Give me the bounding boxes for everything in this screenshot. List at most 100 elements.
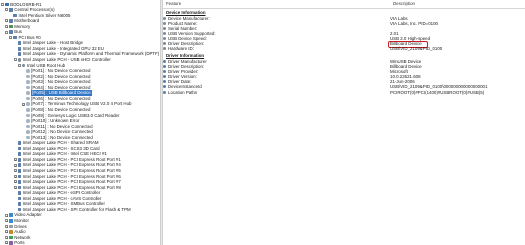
chip-icon — [17, 157, 22, 162]
expand-icon[interactable]: + — [5, 219, 9, 223]
collapse-icon[interactable]: - — [17, 63, 21, 67]
usbd-icon — [26, 124, 30, 129]
column-header-feature[interactable]: Feature — [166, 1, 181, 7]
usbd-icon — [26, 119, 30, 123]
collapse-icon[interactable]: - — [9, 36, 13, 40]
chip-icon — [17, 163, 22, 168]
expand-icon[interactable]: + — [13, 174, 17, 178]
section-title: Driver Information — [166, 53, 205, 59]
property-icon — [163, 70, 166, 74]
usbd-icon — [26, 130, 30, 134]
expand-icon[interactable]: + — [5, 213, 9, 217]
expand-icon[interactable]: + — [13, 180, 17, 184]
collapse-icon[interactable]: - — [5, 30, 9, 34]
chip-icon — [13, 13, 17, 18]
mon-icon — [9, 218, 13, 223]
usb-icon — [21, 63, 26, 68]
chip-icon — [17, 141, 22, 145]
chip-icon — [9, 30, 13, 34]
property-icon — [163, 90, 166, 94]
usbd-icon — [26, 113, 30, 118]
aud-icon — [9, 230, 13, 234]
mem-icon — [9, 24, 13, 29]
property-name: Location Paths — [168, 89, 198, 95]
expand-icon[interactable]: + — [5, 235, 9, 239]
chip-icon — [17, 174, 22, 179]
usb-icon — [17, 58, 22, 62]
column-header-description[interactable]: Description — [393, 1, 415, 7]
expand-icon[interactable]: + — [5, 19, 9, 23]
net-icon — [9, 235, 13, 240]
property-icon — [163, 75, 166, 79]
property-icon — [163, 59, 166, 63]
property-icon — [163, 36, 166, 40]
expand-icon[interactable]: + — [13, 185, 17, 189]
collapse-icon[interactable]: - — [5, 8, 9, 12]
property-value: PCIROOT(0)#PCI(1400)#USBROOT(0)#USB(5) — [390, 89, 485, 95]
property-name: Hardware ID: — [168, 46, 194, 52]
expand-icon[interactable]: + — [13, 169, 17, 173]
tree-node[interactable]: + Ports — [5, 240, 25, 245]
expand-icon[interactable]: + — [5, 230, 9, 234]
expand-icon[interactable]: + — [13, 158, 17, 162]
chip-icon — [17, 52, 22, 57]
property-icon — [163, 47, 166, 51]
chip-icon — [17, 207, 22, 212]
usbd-icon — [26, 102, 30, 107]
chip-icon — [9, 8, 13, 12]
usbd-icon — [26, 69, 30, 73]
chip-icon — [17, 202, 22, 206]
property-icon — [163, 65, 166, 68]
property-icon — [163, 16, 166, 20]
expand-icon[interactable]: + — [5, 224, 9, 228]
property-icon — [163, 26, 166, 30]
collapse-icon[interactable]: - — [13, 58, 17, 62]
chip-icon — [17, 46, 22, 51]
section-title: Device Information — [166, 10, 206, 15]
chip-icon — [17, 152, 22, 156]
pc-icon — [5, 2, 9, 7]
usbd-icon — [26, 135, 30, 140]
expand-icon[interactable]: + — [22, 102, 25, 106]
property-row[interactable]: Hardware ID: USB\VID_2109&PID_0100 — [163, 46, 525, 51]
usbd-icon — [26, 96, 30, 101]
drv-icon — [9, 224, 13, 229]
header-divider — [163, 8, 525, 9]
port-icon — [9, 241, 13, 245]
expand-icon[interactable]: + — [5, 25, 9, 29]
property-icon — [163, 31, 166, 35]
device-tree[interactable]: - BODLOSRB-R1- Central Processor(s) Intel P… — [0, 0, 160, 245]
property-icon — [163, 42, 166, 45]
usbd-icon — [26, 107, 30, 112]
chip-icon — [17, 146, 22, 151]
expand-icon[interactable]: + — [13, 163, 17, 167]
chip-icon — [17, 180, 22, 184]
vid-icon — [9, 213, 13, 218]
chip-icon — [13, 35, 17, 40]
tree-node-label: Ports — [14, 240, 25, 245]
property-row[interactable]: Location Paths PCIROOT(0)#PCI(1400)#USBRO… — [163, 90, 525, 95]
usbd-icon — [26, 74, 30, 79]
property-icon — [163, 80, 166, 84]
expand-icon[interactable]: + — [5, 241, 9, 245]
collapse-icon[interactable]: - — [1, 2, 4, 6]
